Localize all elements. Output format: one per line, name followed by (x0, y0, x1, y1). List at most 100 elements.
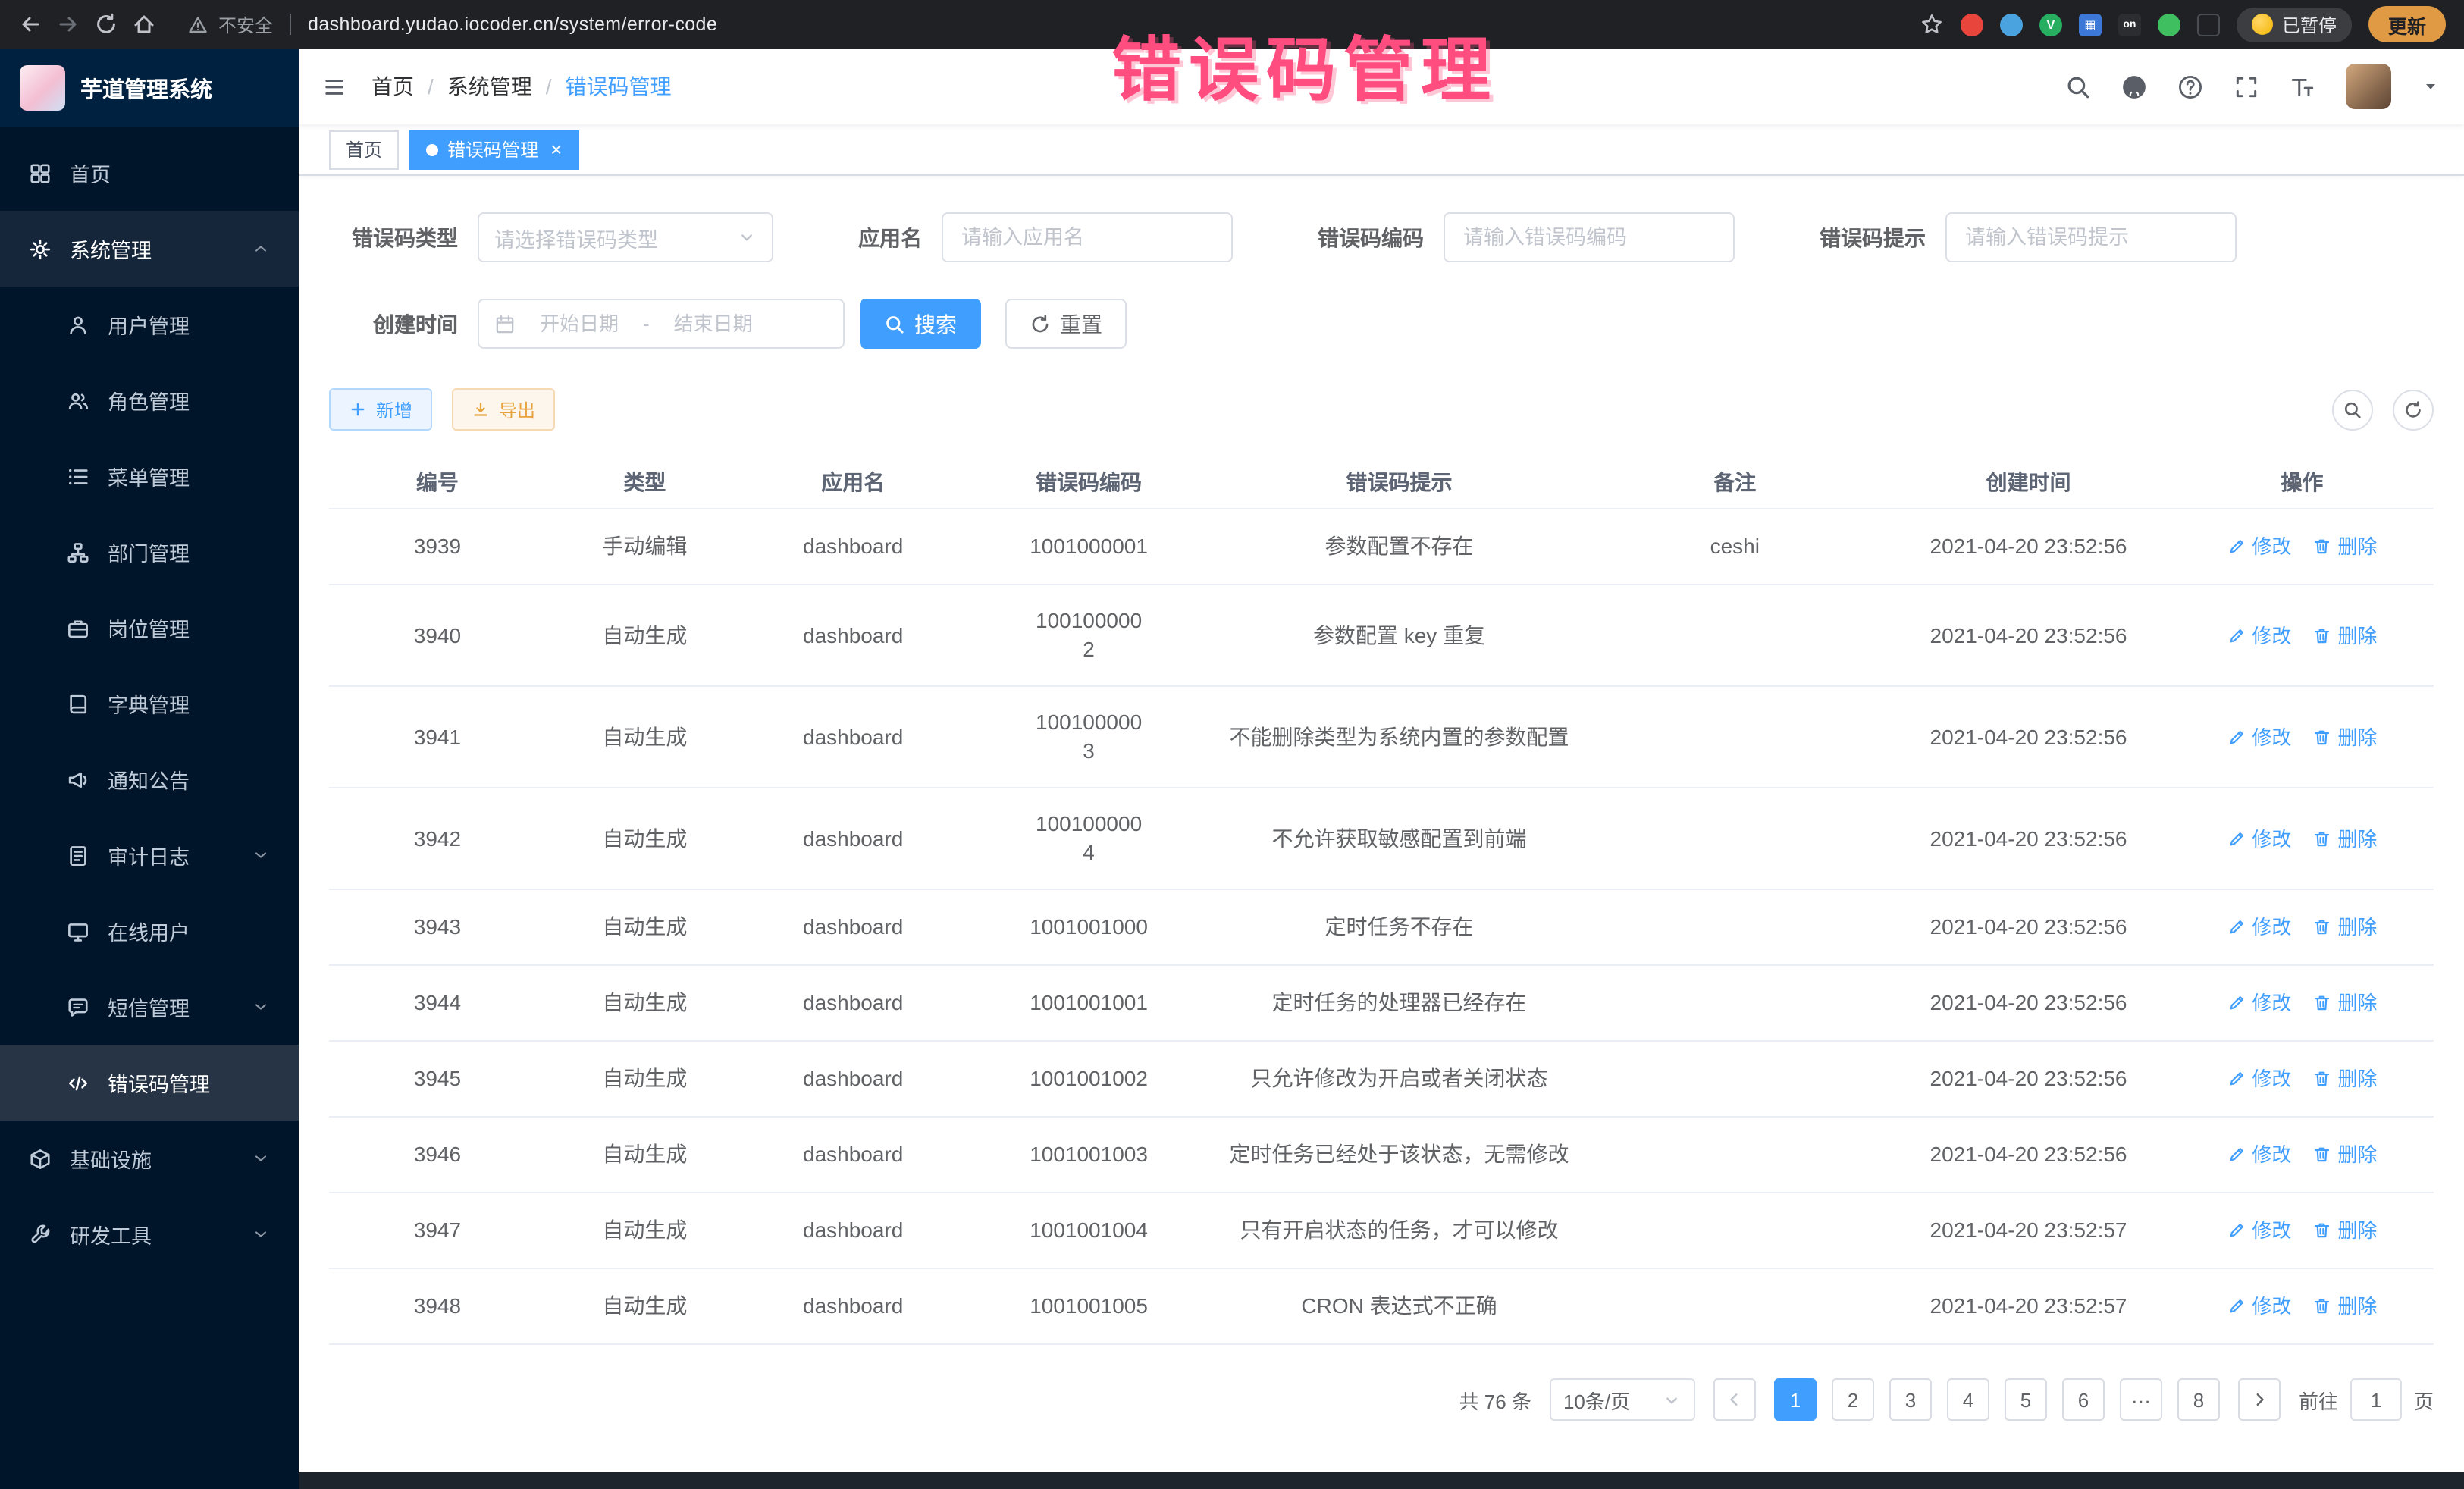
user-avatar[interactable] (2346, 64, 2391, 109)
fullscreen-icon[interactable] (2234, 74, 2259, 99)
errorcode-hint-input[interactable] (1965, 226, 2217, 249)
table-row: 3941自动生成dashboard1001000003不能删除类型为系统内置的参… (329, 687, 2434, 788)
extension-icon-red[interactable] (1961, 13, 1983, 36)
delete-link[interactable]: 删除 (2312, 1215, 2377, 1246)
question-icon[interactable] (2177, 74, 2203, 99)
export-button[interactable]: 导出 (452, 388, 555, 431)
forward-icon[interactable] (56, 12, 80, 36)
search-button[interactable]: 搜索 (860, 299, 981, 349)
prev-page-button[interactable] (1713, 1378, 1756, 1421)
reload-icon[interactable] (94, 12, 118, 36)
annotation-overlay-text: 错误码管理 (1111, 15, 1498, 115)
cell-id: 3940 (329, 598, 546, 672)
edit-link[interactable]: 修改 (2227, 1139, 2291, 1171)
edit-link[interactable]: 修改 (2227, 1290, 2291, 1322)
errorcode-type-select[interactable]: 请选择错误码类型 (478, 212, 773, 262)
end-date-input[interactable] (660, 312, 766, 335)
delete-link[interactable]: 删除 (2312, 1290, 2377, 1322)
hamburger-icon[interactable] (323, 75, 346, 98)
close-icon[interactable]: × (550, 139, 562, 159)
back-icon[interactable] (18, 12, 42, 36)
delete-link[interactable]: 删除 (2312, 531, 2377, 563)
page-button[interactable]: 6 (2062, 1378, 2105, 1421)
edit-link[interactable]: 修改 (2227, 911, 2291, 943)
megaphone-icon (67, 768, 89, 791)
breadcrumb-item[interactable]: 首页 (371, 71, 414, 102)
tabs-bar: 首页错误码管理× (299, 124, 2464, 176)
github-icon[interactable] (2121, 74, 2147, 99)
delete-link[interactable]: 删除 (2312, 1139, 2377, 1171)
delete-icon (2312, 728, 2331, 747)
sidebar-item[interactable]: 研发工具 (0, 1196, 299, 1272)
extension-icon-blue-drop[interactable] (2000, 13, 2023, 36)
page-more-button[interactable]: ··· (2120, 1378, 2162, 1421)
sidebar-item[interactable]: 角色管理 (0, 362, 299, 438)
page-button[interactable]: 1 (1774, 1378, 1817, 1421)
caret-down-icon[interactable] (2422, 77, 2440, 96)
edit-link[interactable]: 修改 (2227, 987, 2291, 1019)
search-icon[interactable] (2065, 74, 2091, 99)
sidebar-item[interactable]: 在线用户 (0, 893, 299, 969)
url-text[interactable]: dashboard.yudao.iocoder.cn/system/error-… (308, 14, 717, 35)
sidebar-item[interactable]: 错误码管理 (0, 1045, 299, 1121)
tab[interactable]: 错误码管理× (409, 130, 578, 169)
page-button[interactable]: 5 (2005, 1378, 2047, 1421)
paused-chip[interactable]: 已暂停 (2237, 7, 2352, 42)
table-row: 3940自动生成dashboard1001000002参数配置 key 重复20… (329, 585, 2434, 687)
plus-icon (349, 400, 367, 418)
home-icon[interactable] (132, 12, 156, 36)
sidebar-item[interactable]: 系统管理 (0, 211, 299, 287)
sidebar-item[interactable]: 部门管理 (0, 514, 299, 590)
edit-link[interactable]: 修改 (2227, 531, 2291, 563)
goto-page-input[interactable] (2350, 1378, 2402, 1421)
cell-create-time: 2021-04-20 23:52:56 (1886, 966, 2171, 1040)
create-time-range[interactable]: - (478, 299, 845, 349)
delete-link[interactable]: 删除 (2312, 1063, 2377, 1095)
page-size-select[interactable]: 10条/页 (1550, 1378, 1695, 1421)
sidebar-item[interactable]: 首页 (0, 135, 299, 211)
delete-link[interactable]: 删除 (2312, 619, 2377, 651)
sidebar-item[interactable]: 短信管理 (0, 969, 299, 1045)
extension-icon-on[interactable]: on (2118, 13, 2141, 36)
bookmark-star-icon[interactable] (1920, 12, 1944, 36)
sidebar-item[interactable]: 菜单管理 (0, 438, 299, 514)
app-name-input[interactable] (961, 226, 1213, 249)
puzzle-extensions-icon[interactable] (2197, 13, 2220, 36)
sidebar-item[interactable]: 审计日志 (0, 817, 299, 893)
page-button[interactable]: 3 (1889, 1378, 1932, 1421)
edit-link[interactable]: 修改 (2227, 1215, 2291, 1246)
edit-link[interactable]: 修改 (2227, 721, 2291, 753)
reset-button[interactable]: 重置 (1005, 299, 1127, 349)
extension-icon-green[interactable] (2158, 13, 2180, 36)
toggle-search-button[interactable] (2332, 389, 2373, 430)
delete-link[interactable]: 删除 (2312, 823, 2377, 854)
errorcode-code-input[interactable] (1463, 226, 1715, 249)
start-date-input[interactable] (526, 312, 632, 335)
delete-link[interactable]: 删除 (2312, 987, 2377, 1019)
delete-link[interactable]: 删除 (2312, 721, 2377, 753)
address-bar[interactable]: 不安全 dashboard.yudao.iocoder.cn/system/er… (188, 11, 717, 37)
edit-link[interactable]: 修改 (2227, 823, 2291, 854)
sidebar-item[interactable]: 用户管理 (0, 287, 299, 362)
vue-devtools-extension-icon[interactable]: V (2039, 13, 2062, 36)
breadcrumb-item[interactable]: 系统管理 (447, 71, 532, 102)
edit-link[interactable]: 修改 (2227, 1063, 2291, 1095)
update-chip[interactable]: 更新 (2368, 6, 2446, 42)
breadcrumb-item[interactable]: 错误码管理 (566, 71, 672, 102)
tab[interactable]: 首页 (329, 130, 399, 169)
refresh-table-button[interactable] (2393, 389, 2434, 430)
page-button[interactable]: 8 (2177, 1378, 2220, 1421)
delete-link[interactable]: 删除 (2312, 911, 2377, 943)
page-button[interactable]: 4 (1947, 1378, 1989, 1421)
page-button[interactable]: 2 (1832, 1378, 1874, 1421)
sidebar-item[interactable]: 通知公告 (0, 741, 299, 817)
extension-icon-grid[interactable]: ▦ (2079, 13, 2102, 36)
edit-link[interactable]: 修改 (2227, 619, 2291, 651)
sidebar-item[interactable]: 岗位管理 (0, 590, 299, 666)
next-page-button[interactable] (2238, 1378, 2281, 1421)
column-header: 应用名 (744, 466, 963, 497)
sidebar-item[interactable]: 基础设施 (0, 1121, 299, 1196)
font-size-icon[interactable] (2290, 74, 2315, 99)
add-button[interactable]: 新增 (329, 388, 432, 431)
sidebar-item[interactable]: 字典管理 (0, 666, 299, 741)
